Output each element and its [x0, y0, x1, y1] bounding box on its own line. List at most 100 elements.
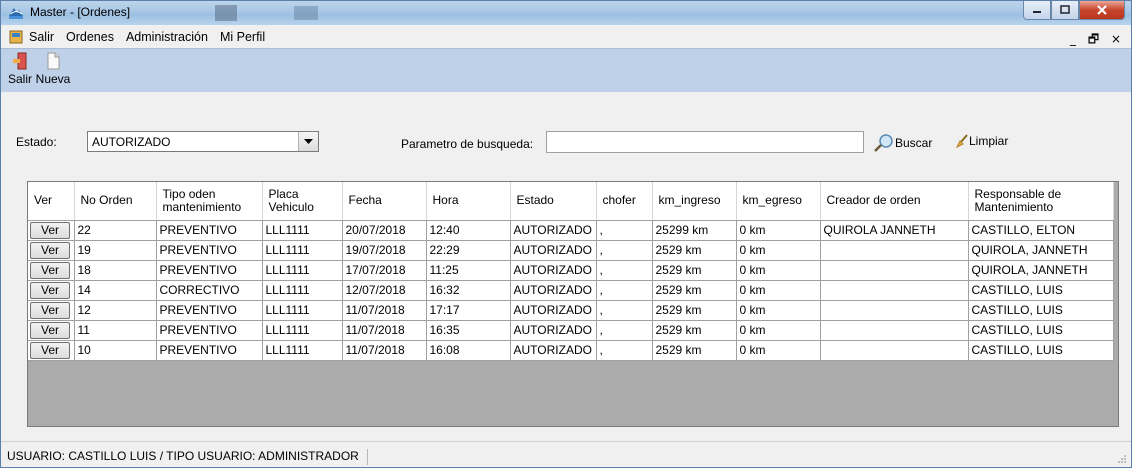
- table-cell[interactable]: 17/07/2018: [342, 260, 427, 281]
- table-cell[interactable]: ,: [596, 320, 653, 341]
- table-cell[interactable]: 0 km: [736, 300, 821, 321]
- menu-mi-perfil[interactable]: Mi Perfil: [214, 30, 271, 44]
- table-cell[interactable]: AUTORIZADO: [510, 340, 597, 361]
- table-cell[interactable]: LLL1111: [262, 260, 343, 281]
- table-row[interactable]: Ver 12 PREVENTIVO LLL1111 11/07/2018 17:17 AUT…: [28, 300, 1114, 321]
- table-cell[interactable]: 2529 km: [652, 280, 737, 301]
- column-header[interactable]: Tipo oden mantenimiento: [156, 182, 263, 221]
- table-cell[interactable]: QUIROLA JANNETH: [820, 220, 969, 241]
- title-bar[interactable]: Master - [Ordenes]: [1, 1, 1131, 25]
- table-cell[interactable]: AUTORIZADO: [510, 320, 597, 341]
- table-cell[interactable]: 16:08: [426, 340, 511, 361]
- column-header[interactable]: km_egreso: [736, 182, 821, 221]
- close-button[interactable]: [1079, 1, 1125, 20]
- table-cell[interactable]: 12:40: [426, 220, 511, 241]
- table-cell[interactable]: 11:25: [426, 260, 511, 281]
- table-cell[interactable]: [820, 320, 969, 341]
- table-cell[interactable]: CASTILLO, LUIS: [968, 340, 1114, 361]
- table-cell[interactable]: LLL1111: [262, 320, 343, 341]
- table-cell[interactable]: 16:35: [426, 320, 511, 341]
- table-cell[interactable]: 19/07/2018: [342, 240, 427, 261]
- table-cell[interactable]: 2529 km: [652, 260, 737, 281]
- buscar-button[interactable]: Buscar: [873, 134, 932, 152]
- table-cell[interactable]: CASTILLO, LUIS: [968, 280, 1114, 301]
- table-cell[interactable]: AUTORIZADO: [510, 260, 597, 281]
- table-cell[interactable]: AUTORIZADO: [510, 300, 597, 321]
- minimize-button[interactable]: [1023, 1, 1051, 20]
- table-row[interactable]: Ver 14 CORRECTIVO LLL1111 12/07/2018 16:32 AUT…: [28, 280, 1114, 301]
- ver-button[interactable]: Ver: [30, 301, 70, 319]
- ver-button[interactable]: Ver: [30, 241, 70, 259]
- table-cell[interactable]: LLL1111: [262, 280, 343, 301]
- menu-salir[interactable]: Salir: [23, 30, 60, 44]
- column-header[interactable]: Responsable de Mantenimiento: [968, 182, 1114, 221]
- table-cell[interactable]: PREVENTIVO: [156, 300, 263, 321]
- table-cell[interactable]: CORRECTIVO: [156, 280, 263, 301]
- table-cell[interactable]: AUTORIZADO: [510, 280, 597, 301]
- table-cell[interactable]: [820, 280, 969, 301]
- table-cell[interactable]: PREVENTIVO: [156, 240, 263, 261]
- table-cell[interactable]: PREVENTIVO: [156, 340, 263, 361]
- table-cell[interactable]: ,: [596, 280, 653, 301]
- table-cell[interactable]: 18: [74, 260, 157, 281]
- estado-select[interactable]: AUTORIZADO: [87, 131, 319, 152]
- table-cell[interactable]: AUTORIZADO: [510, 220, 597, 241]
- table-cell[interactable]: 2529 km: [652, 340, 737, 361]
- table-cell[interactable]: 12: [74, 300, 157, 321]
- column-header[interactable]: No Orden: [74, 182, 157, 221]
- table-cell[interactable]: PREVENTIVO: [156, 320, 263, 341]
- table-cell[interactable]: AUTORIZADO: [510, 240, 597, 261]
- table-cell[interactable]: LLL1111: [262, 340, 343, 361]
- table-cell[interactable]: 19: [74, 240, 157, 261]
- table-row[interactable]: Ver 18 PREVENTIVO LLL1111 17/07/2018 11:25 AUT…: [28, 260, 1114, 281]
- table-cell[interactable]: QUIROLA, JANNETH: [968, 260, 1114, 281]
- table-cell[interactable]: 22: [74, 220, 157, 241]
- table-cell[interactable]: 11/07/2018: [342, 320, 427, 341]
- table-cell[interactable]: 0 km: [736, 240, 821, 261]
- column-header[interactable]: Placa Vehiculo: [262, 182, 343, 221]
- limpiar-button[interactable]: Limpiar: [955, 134, 1008, 148]
- table-cell[interactable]: ,: [596, 220, 653, 241]
- table-cell[interactable]: 0 km: [736, 340, 821, 361]
- table-cell[interactable]: 0 km: [736, 280, 821, 301]
- ver-button[interactable]: Ver: [30, 321, 70, 339]
- table-row[interactable]: Ver 10 PREVENTIVO LLL1111 11/07/2018 16:08 AUT…: [28, 340, 1114, 361]
- table-cell[interactable]: 11/07/2018: [342, 340, 427, 361]
- mdi-child-icon[interactable]: [9, 30, 23, 44]
- chevron-down-icon[interactable]: [298, 132, 318, 151]
- table-cell[interactable]: 20/07/2018: [342, 220, 427, 241]
- ver-button[interactable]: Ver: [30, 341, 70, 359]
- column-header[interactable]: Ver: [28, 182, 75, 221]
- column-header[interactable]: chofer: [596, 182, 653, 221]
- resize-grip-icon[interactable]: [1117, 454, 1127, 464]
- table-cell[interactable]: 10: [74, 340, 157, 361]
- maximize-button[interactable]: [1051, 1, 1079, 20]
- table-cell[interactable]: 0 km: [736, 320, 821, 341]
- search-input[interactable]: [546, 131, 864, 153]
- menu-administracion[interactable]: Administración: [120, 30, 214, 44]
- menu-ordenes[interactable]: Ordenes: [60, 30, 120, 44]
- table-cell[interactable]: QUIROLA, JANNETH: [968, 240, 1114, 261]
- ver-button[interactable]: Ver: [30, 261, 70, 279]
- table-cell[interactable]: [820, 260, 969, 281]
- table-cell[interactable]: CASTILLO, LUIS: [968, 320, 1114, 341]
- table-row[interactable]: Ver 19 PREVENTIVO LLL1111 19/07/2018 22:29 AUT…: [28, 240, 1114, 261]
- table-cell[interactable]: 11/07/2018: [342, 300, 427, 321]
- table-cell[interactable]: PREVENTIVO: [156, 220, 263, 241]
- column-header[interactable]: km_ingreso: [652, 182, 737, 221]
- orders-grid[interactable]: Ver No Orden Tipo oden mantenimiento Pla…: [27, 181, 1119, 427]
- table-row[interactable]: Ver 22 PREVENTIVO LLL1111 20/07/2018 12:40 AUT…: [28, 220, 1114, 241]
- table-cell[interactable]: 16:32: [426, 280, 511, 301]
- table-cell[interactable]: 14: [74, 280, 157, 301]
- table-cell[interactable]: LLL1111: [262, 220, 343, 241]
- table-cell[interactable]: 2529 km: [652, 300, 737, 321]
- table-cell[interactable]: PREVENTIVO: [156, 260, 263, 281]
- table-cell[interactable]: [820, 340, 969, 361]
- table-cell[interactable]: [820, 240, 969, 261]
- table-cell[interactable]: 11: [74, 320, 157, 341]
- table-cell[interactable]: ,: [596, 300, 653, 321]
- table-cell[interactable]: LLL1111: [262, 300, 343, 321]
- ver-button[interactable]: Ver: [30, 281, 70, 299]
- table-cell[interactable]: 25299 km: [652, 220, 737, 241]
- table-cell[interactable]: 2529 km: [652, 240, 737, 261]
